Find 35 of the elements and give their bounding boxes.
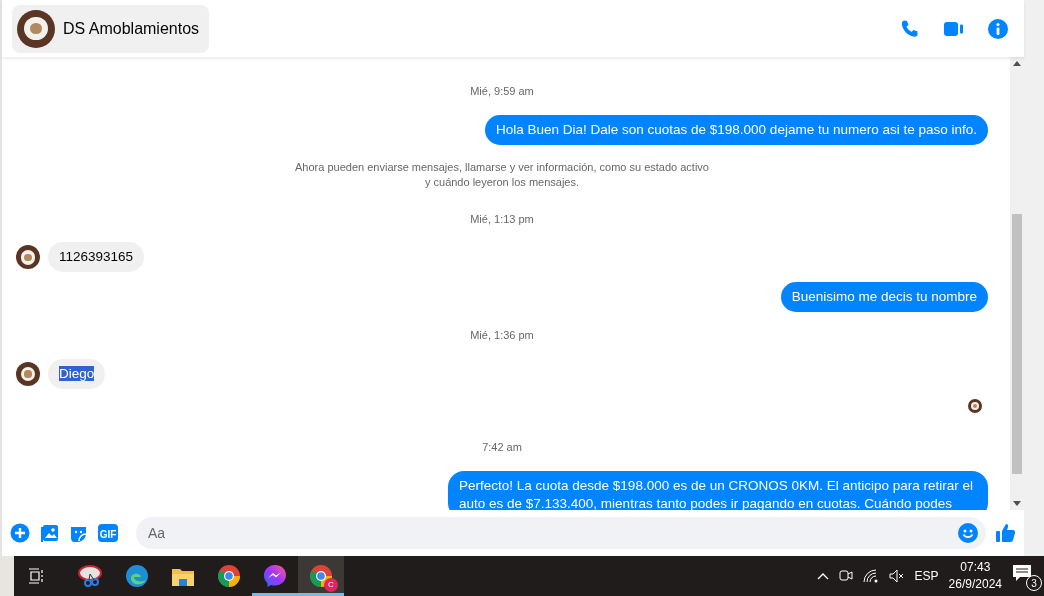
chrome-icon[interactable]: C — [298, 556, 344, 596]
received-message: 1126393165 — [48, 242, 145, 273]
contact-name-button[interactable]: DS Amoblamientos — [12, 4, 210, 53]
info-icon[interactable] — [988, 18, 1008, 39]
timestamp: 7:42 am — [481, 440, 523, 456]
contact-avatar — [17, 9, 55, 48]
video-camera-icon[interactable] — [944, 20, 964, 37]
plus-icon[interactable] — [10, 523, 30, 543]
gif-icon[interactable]: GIF — [98, 524, 118, 542]
message-input-field[interactable]: Aa — [136, 517, 986, 549]
scrollbar[interactable] — [1010, 57, 1024, 510]
timestamp: Mié, 1:36 pm — [469, 328, 535, 344]
chevron-up-icon[interactable] — [816, 572, 829, 580]
scroll-down-icon[interactable] — [1013, 501, 1021, 506]
received-message: Diego — [48, 358, 106, 390]
contact-avatar — [16, 362, 40, 387]
sent-message: Perfecto! La cuota desde $198.000 es de un CRONOS 0KM. El anticipo para retirar el auto es de $7.133.400, mientras tanto podes ir pagando en cuotas. Cuándo podes — [448, 470, 988, 510]
image-icon[interactable] — [40, 523, 59, 543]
camera-icon[interactable] — [838, 568, 853, 584]
phone-icon[interactable] — [900, 18, 920, 39]
language-indicator[interactable]: ESP — [914, 567, 939, 585]
muted-speaker-icon[interactable] — [888, 569, 905, 583]
smiley-icon[interactable] — [958, 523, 978, 543]
window-thumbnail[interactable] — [0, 556, 14, 596]
sent-message: Hola Buen Dia! Dale son cuotas de $198.000 dejame tu numero asi te paso info. — [484, 114, 988, 145]
info-notice: Ahora pueden enviarse mensajes, llamarse y ver información, como su estado activo y cuándo leyeron los mensajes. — [294, 159, 710, 191]
timestamp: Mié, 9:59 am — [469, 84, 535, 99]
thumbs-up-icon[interactable] — [996, 523, 1016, 543]
clock[interactable]: 07:43 26/9/2024 — [948, 558, 1002, 594]
scroll-up-icon[interactable] — [1013, 61, 1021, 66]
seen-avatar-icon — [968, 399, 982, 414]
contact-avatar — [16, 245, 40, 270]
wifi-icon[interactable] — [862, 569, 879, 583]
timestamp: Mié, 1:13 pm — [469, 211, 535, 227]
sent-message: Buenisimo me decis tu nombre — [780, 282, 988, 313]
